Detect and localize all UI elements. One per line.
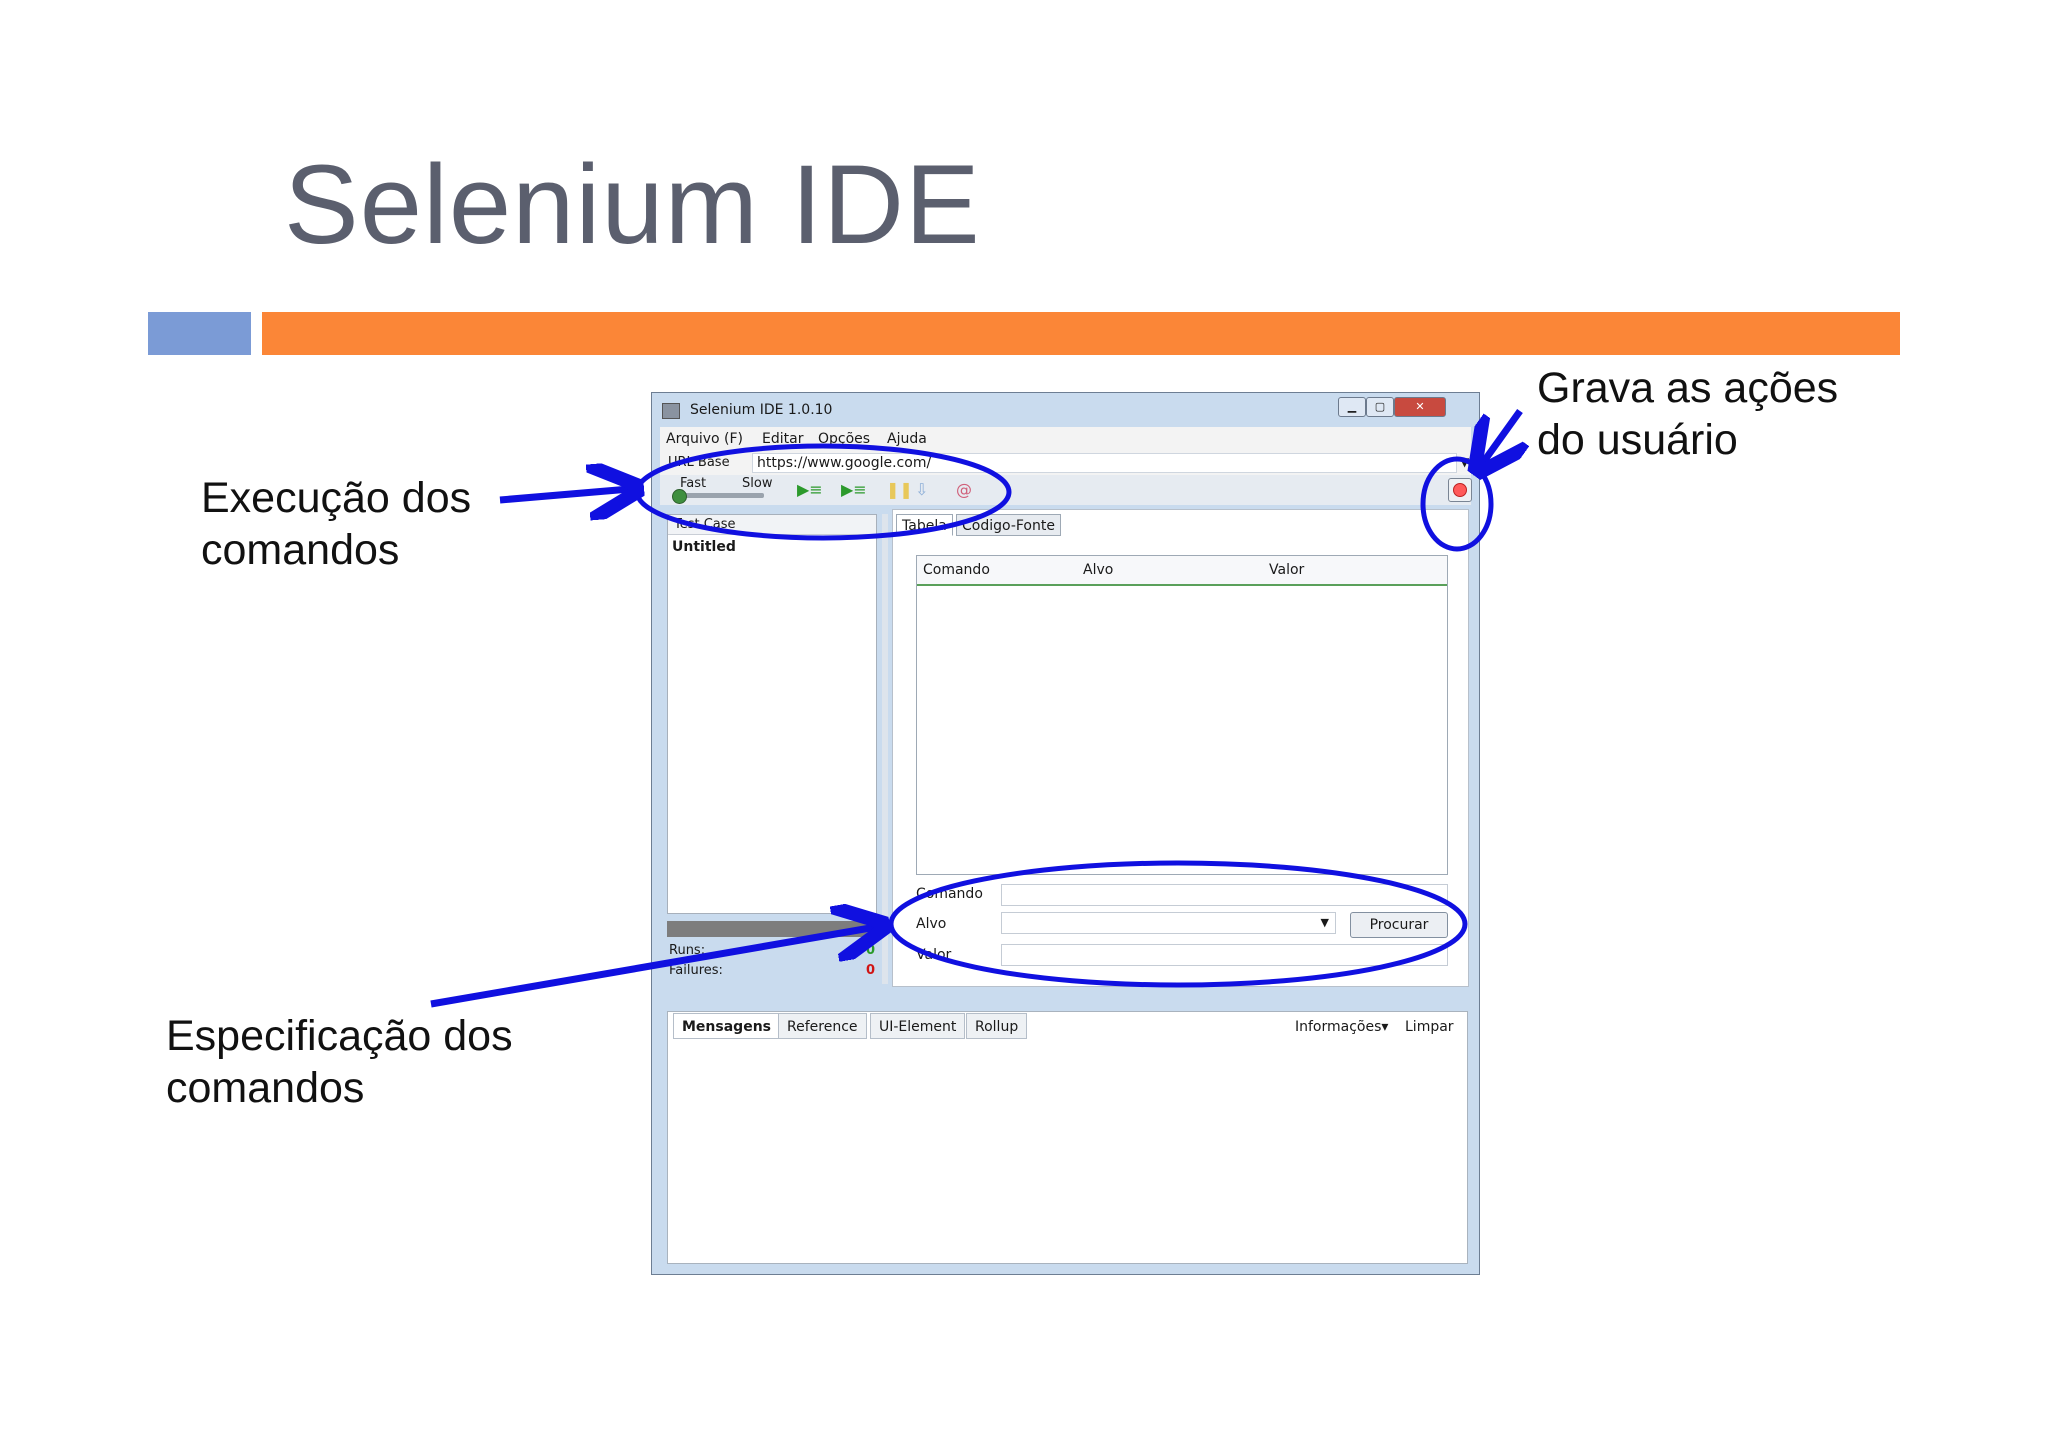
- comando-input[interactable]: [1001, 884, 1448, 906]
- minimize-button[interactable]: ▁: [1338, 397, 1366, 417]
- test-case-header: Test Case: [668, 515, 876, 535]
- column-alvo[interactable]: Alvo: [1083, 562, 1113, 578]
- slide-title: Selenium IDE: [284, 142, 981, 267]
- play-current-icon[interactable]: ▶≡: [841, 481, 867, 499]
- selenium-ide-window: Selenium IDE 1.0.10 ▁ ▢ ✕ Arquivo (F) Ed…: [651, 392, 1480, 1275]
- annotation-execucao: Execução dos comandos: [201, 474, 472, 574]
- valor-label: Valor: [916, 947, 952, 963]
- url-base-label: URL Base: [668, 455, 730, 470]
- tab-mensagens[interactable]: Mensagens: [673, 1013, 780, 1039]
- record-button[interactable]: [1448, 478, 1472, 502]
- maximize-button[interactable]: ▢: [1366, 397, 1394, 417]
- url-base-input[interactable]: https://www.google.com/: [752, 453, 1457, 473]
- failures-label: Failures:: [669, 963, 723, 978]
- arrow-grava: [1482, 408, 1520, 464]
- pause-icon[interactable]: ❚❚: [886, 481, 913, 499]
- runs-value: 0: [865, 943, 875, 958]
- alvo-dropdown-icon[interactable]: ▼: [1321, 916, 1329, 929]
- title-accent-orange: [262, 312, 1900, 355]
- speed-slow-label: Slow: [742, 476, 773, 491]
- failures-value: 0: [865, 963, 875, 978]
- url-base-row: URL Base https://www.google.com/ ▼: [660, 451, 1471, 475]
- step-icon[interactable]: ⇩: [915, 481, 928, 499]
- alvo-label: Alvo: [916, 916, 947, 932]
- column-comando[interactable]: Comando: [923, 562, 990, 578]
- runs-label: Runs:: [669, 943, 706, 958]
- command-table-header: Comando Alvo Valor: [917, 556, 1447, 586]
- tab-codigo-fonte[interactable]: Código-Fonte: [956, 514, 1061, 536]
- tab-tabela[interactable]: Tabela: [896, 514, 953, 536]
- informacoes-menu[interactable]: Informações▾: [1295, 1019, 1388, 1035]
- test-case-pane: Test Case Untitled: [667, 514, 877, 914]
- pane-splitter[interactable]: [882, 514, 888, 984]
- command-table: Comando Alvo Valor: [916, 555, 1448, 875]
- annotation-grava: Grava as ações do usuário: [1537, 364, 1839, 464]
- run-progress-bar: [667, 921, 877, 937]
- tab-rollup[interactable]: Rollup: [966, 1013, 1028, 1039]
- valor-input[interactable]: [1001, 944, 1448, 966]
- column-valor[interactable]: Valor: [1269, 562, 1304, 578]
- run-stats: Runs: 0 Failures: 0: [667, 943, 877, 983]
- test-case-item[interactable]: Untitled: [672, 539, 736, 555]
- limpar-button[interactable]: Limpar: [1405, 1019, 1454, 1035]
- log-pane: [667, 1011, 1468, 1264]
- speed-slider-thumb[interactable]: [672, 489, 687, 504]
- tab-reference[interactable]: Reference: [778, 1013, 867, 1039]
- execution-toolbar: Fast Slow ▶≡ ▶≡ ❚❚ ⇩ @: [660, 475, 1472, 505]
- menu-bar: Arquivo (F) Editar Opções Ajuda: [660, 427, 1471, 451]
- window-titlebar: Selenium IDE 1.0.10 ▁ ▢ ✕: [652, 393, 1479, 427]
- play-all-icon[interactable]: ▶≡: [797, 481, 823, 499]
- title-accent-blue: [148, 312, 251, 355]
- speed-fast-label: Fast: [680, 476, 707, 491]
- menu-ajuda[interactable]: Ajuda: [887, 431, 927, 447]
- comando-label: Comando: [916, 886, 983, 902]
- window-title: Selenium IDE 1.0.10: [690, 402, 833, 418]
- rollup-icon[interactable]: @: [956, 481, 972, 499]
- app-icon: [662, 403, 680, 419]
- procurar-button[interactable]: Procurar: [1350, 912, 1448, 938]
- speed-slider[interactable]: [676, 493, 764, 498]
- menu-opcoes[interactable]: Opções: [818, 431, 870, 447]
- menu-arquivo[interactable]: Arquivo (F): [666, 431, 743, 447]
- close-button[interactable]: ✕: [1394, 397, 1446, 417]
- tab-ui-element[interactable]: UI-Element: [870, 1013, 966, 1039]
- record-icon: [1453, 483, 1467, 497]
- arrow-execucao: [499, 489, 630, 500]
- menu-editar[interactable]: Editar: [762, 431, 803, 447]
- url-dropdown-icon[interactable]: ▼: [1460, 455, 1469, 469]
- annotation-especificacao: Especificação dos comandos: [166, 1012, 513, 1112]
- alvo-input[interactable]: ▼: [1001, 912, 1336, 934]
